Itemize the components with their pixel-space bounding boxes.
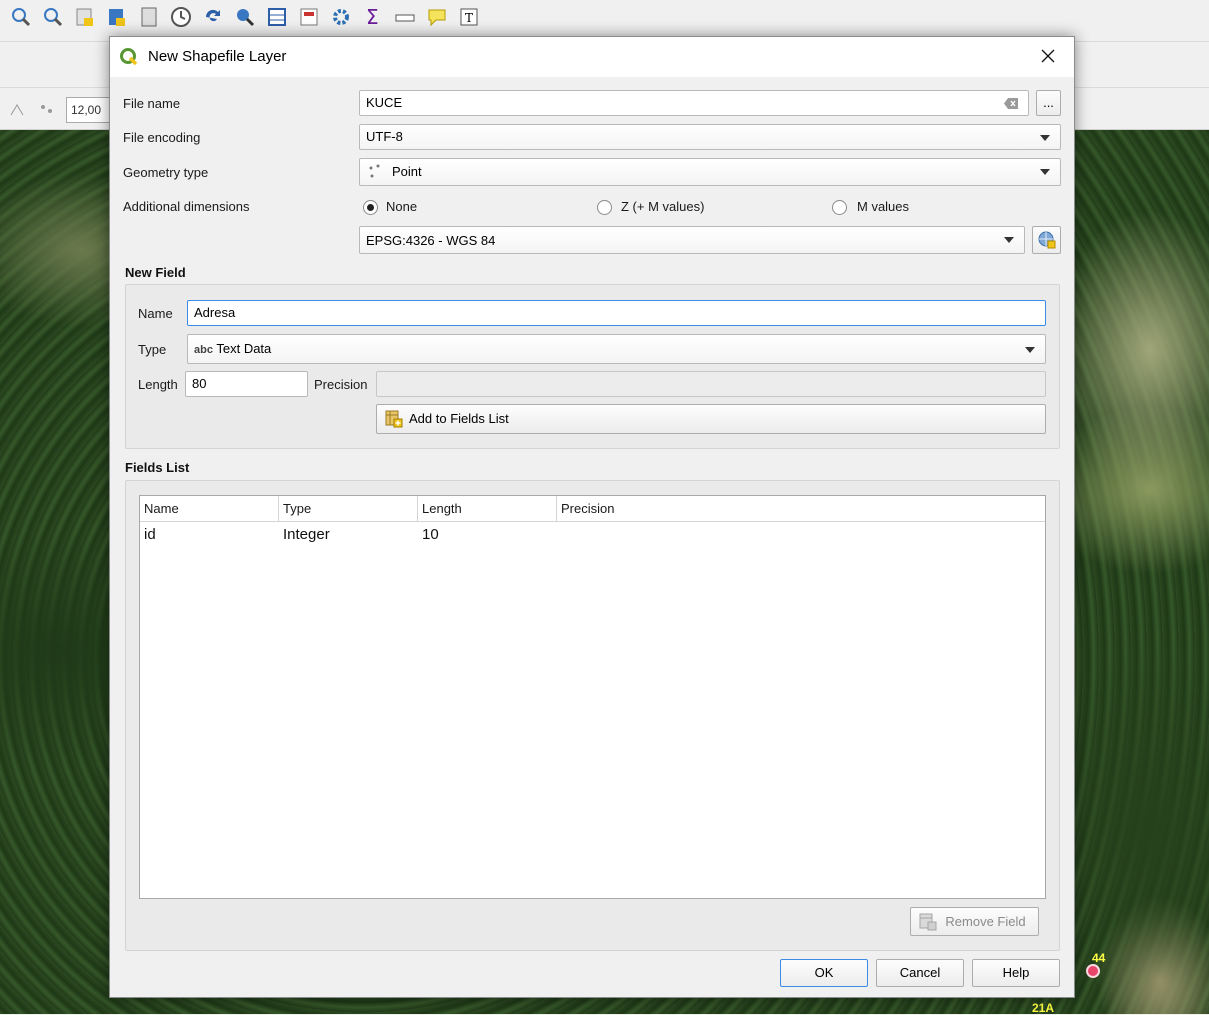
file-name-input[interactable]: KUCE xyxy=(359,90,1029,116)
field-precision-input[interactable] xyxy=(376,371,1046,397)
attribute-table-icon[interactable] xyxy=(264,4,290,30)
svg-text:Σ: Σ xyxy=(366,5,379,29)
refresh-icon[interactable] xyxy=(200,4,226,30)
map-label: 44 xyxy=(1092,951,1106,965)
file-encoding-label: File encoding xyxy=(123,130,201,145)
fields-list-table[interactable]: Name Type Length Precision id Integer 10 xyxy=(139,495,1046,899)
snap-points-icon[interactable] xyxy=(34,96,60,122)
geometry-type-value: Point xyxy=(392,164,422,179)
field-calculator-icon[interactable] xyxy=(296,4,322,30)
chevron-down-icon xyxy=(1025,347,1035,353)
field-name-value: Adresa xyxy=(194,305,236,320)
file-encoding-value: UTF-8 xyxy=(366,129,403,144)
file-name-label: File name xyxy=(123,96,181,111)
field-type-label: Type xyxy=(138,342,167,357)
chevron-down-icon xyxy=(1040,169,1050,175)
clock-icon[interactable] xyxy=(168,4,194,30)
dimension-none-label: None xyxy=(386,199,418,214)
remove-field-label: Remove Field xyxy=(945,914,1026,929)
dimension-none-radio[interactable] xyxy=(363,200,378,215)
geometry-type-select[interactable]: Point xyxy=(359,158,1061,186)
crs-select-button[interactable] xyxy=(1032,226,1061,254)
ok-button[interactable]: OK xyxy=(780,959,868,987)
layer-blue-icon[interactable] xyxy=(104,4,130,30)
chevron-down-icon xyxy=(1004,237,1014,243)
dialog-titlebar[interactable]: New Shapefile Layer xyxy=(110,37,1074,77)
text-data-icon: abc xyxy=(194,344,213,356)
browse-button[interactable]: ... xyxy=(1036,90,1061,116)
zoom-layer-icon[interactable] xyxy=(40,4,66,30)
fields-list-section-title: Fields List xyxy=(125,460,190,475)
map-point-marker xyxy=(1086,964,1100,978)
fields-list-header: Name Type Length Precision xyxy=(140,496,1045,522)
add-to-fields-list-button[interactable]: Add to Fields List xyxy=(376,404,1046,434)
processing-gear-icon[interactable] xyxy=(328,4,354,30)
crs-select-icon xyxy=(1038,231,1056,249)
layer-yellow-icon[interactable] xyxy=(72,4,98,30)
new-shapefile-layer-dialog: New Shapefile Layer File name KUCE ... F… xyxy=(109,36,1075,998)
dimension-m-label: M values xyxy=(857,199,910,214)
new-field-section-title: New Field xyxy=(125,265,186,280)
geometry-type-label: Geometry type xyxy=(123,165,209,180)
dimension-z-label: Z (+ M values) xyxy=(621,199,705,214)
cell-length: 10 xyxy=(422,526,439,543)
field-name-input[interactable]: Adresa xyxy=(187,300,1046,326)
column-header-length[interactable]: Length xyxy=(418,496,557,522)
remove-field-button[interactable]: Remove Field xyxy=(910,907,1039,936)
add-field-icon xyxy=(385,410,403,428)
remove-field-icon xyxy=(919,913,937,931)
snapping-icon[interactable] xyxy=(6,96,32,122)
crs-select[interactable]: EPSG:4326 - WGS 84 xyxy=(359,226,1025,254)
dimension-z-radio[interactable] xyxy=(597,200,612,215)
field-length-input[interactable]: 80 xyxy=(185,371,308,397)
qgis-logo-icon xyxy=(120,48,138,66)
file-name-value: KUCE xyxy=(366,95,403,110)
clear-text-icon[interactable] xyxy=(1004,98,1018,109)
column-header-name[interactable]: Name xyxy=(140,496,279,522)
dialog-title: New Shapefile Layer xyxy=(148,48,287,65)
text-annotation-icon[interactable]: T xyxy=(456,4,482,30)
cell-type: Integer xyxy=(283,526,330,543)
measure-icon[interactable] xyxy=(392,4,418,30)
field-type-select[interactable]: abc Text Data xyxy=(187,334,1046,364)
help-button[interactable]: Help xyxy=(972,959,1060,987)
crs-value: EPSG:4326 - WGS 84 xyxy=(366,233,496,248)
column-header-precision[interactable]: Precision xyxy=(557,496,1045,522)
field-length-label: Length xyxy=(138,377,178,392)
close-icon[interactable] xyxy=(1036,43,1060,69)
chevron-down-icon xyxy=(1040,135,1050,141)
statistics-sigma-icon[interactable]: Σ xyxy=(360,4,386,30)
field-name-label: Name xyxy=(138,306,173,321)
annotation-icon[interactable] xyxy=(424,4,450,30)
add-to-fields-list-label: Add to Fields List xyxy=(409,411,509,426)
dimension-m-radio[interactable] xyxy=(832,200,847,215)
svg-text:T: T xyxy=(465,11,473,25)
additional-dimensions-label: Additional dimensions xyxy=(123,199,250,214)
field-type-value: Text Data xyxy=(216,341,272,356)
zoom-icon[interactable] xyxy=(8,4,34,30)
identify-icon[interactable] xyxy=(232,4,258,30)
field-length-value: 80 xyxy=(192,376,207,391)
cancel-button[interactable]: Cancel xyxy=(876,959,964,987)
cell-name: id xyxy=(144,526,156,543)
column-header-type[interactable]: Type xyxy=(279,496,418,522)
map-label: 21A xyxy=(1032,1001,1055,1015)
point-geometry-icon xyxy=(369,164,380,178)
file-encoding-select[interactable]: UTF-8 xyxy=(359,124,1061,150)
bookmark-icon[interactable] xyxy=(136,4,162,30)
field-precision-label: Precision xyxy=(314,377,368,392)
